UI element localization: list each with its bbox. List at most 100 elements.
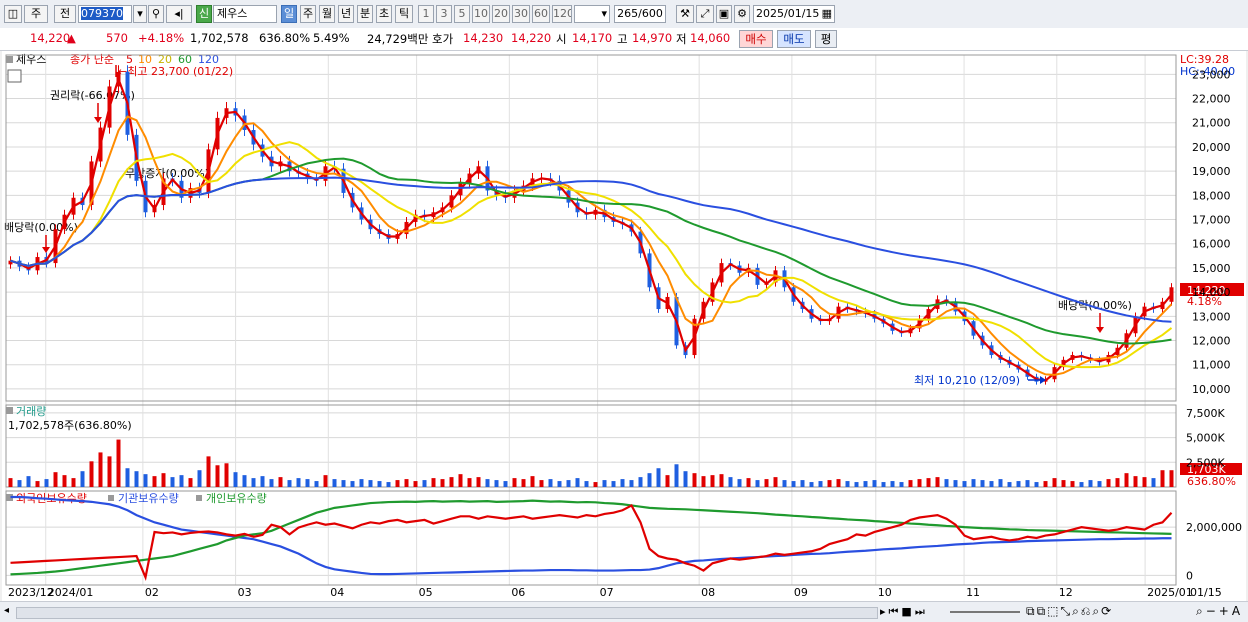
ask-price: 14,220: [511, 31, 552, 45]
legend-institution: 기관보유수량: [118, 492, 179, 505]
chart-svg[interactable]: 제우스 종가 단순 5 10 20 60 120 LC:39.28 HC:-40…: [2, 51, 1246, 603]
x-axis-label: 08: [701, 586, 715, 599]
volume-handle-icon[interactable]: [6, 407, 13, 414]
code-input[interactable]: 079370: [78, 5, 132, 23]
x-axis-label: 04: [330, 586, 344, 599]
volume-panel-frame: [5, 404, 1177, 488]
minute-custom-select[interactable]: ▾: [574, 5, 610, 23]
volume-bar: [170, 477, 175, 487]
low-label: 저: [676, 32, 687, 46]
minute-opt-3[interactable]: 3: [436, 5, 452, 23]
tool-icons[interactable]: ⧉⧉⬚⤡⌕⎌⌕⟳: [1026, 604, 1113, 619]
minute-opt-20[interactable]: 20: [492, 5, 510, 23]
window-menu-icon[interactable]: ◫: [4, 5, 22, 23]
stock-name-field[interactable]: 제우스: [213, 5, 277, 23]
period-tick[interactable]: 틱: [395, 5, 413, 23]
scroll-left-icon[interactable]: ◂: [4, 605, 14, 618]
x-axis-label: 2025/01: [1147, 586, 1193, 599]
volume-bar: [926, 478, 931, 487]
type-select[interactable]: 주: [24, 5, 48, 23]
annotation-dividend-2: 배당락(0.00%): [1058, 299, 1132, 312]
period-week[interactable]: 주: [300, 5, 316, 23]
period-year[interactable]: 년: [338, 5, 354, 23]
volume-bar: [287, 480, 292, 487]
zoom-controls-icon[interactable]: ⌕−+A: [1196, 604, 1243, 619]
volume-bar: [584, 481, 589, 487]
scrollbar-track[interactable]: [16, 607, 878, 619]
minute-opt-5[interactable]: 5: [454, 5, 470, 23]
playback-controls-icon[interactable]: ▸⏮■⏭: [880, 605, 928, 619]
volume-bar: [413, 481, 418, 487]
period-month[interactable]: 월: [319, 5, 335, 23]
bid-price: 14,230: [463, 31, 504, 45]
volume-bar: [674, 464, 679, 487]
volume-bar: [467, 478, 472, 487]
volume-bar: [593, 482, 598, 487]
volume-bar: [647, 473, 652, 487]
volume-bar: [422, 480, 427, 487]
x-axis-label: 05: [419, 586, 433, 599]
period-day[interactable]: 일: [281, 5, 297, 23]
volume-readout: 1,702,578주(636.80%): [8, 419, 132, 432]
minute-opt-1[interactable]: 1: [418, 5, 434, 23]
minute-opt-60[interactable]: 60: [532, 5, 550, 23]
annotation-low: 최저 10,210 (12/09): [914, 374, 1020, 387]
volume-bar: [899, 482, 904, 487]
market-select[interactable]: 전: [54, 5, 76, 23]
volume-bar: [998, 479, 1003, 487]
volume-bar: [737, 479, 742, 487]
volume-bar: [458, 474, 463, 487]
volume-bar: [107, 456, 112, 487]
sound-icon[interactable]: ◂|: [166, 5, 192, 23]
volume-bar: [485, 479, 490, 487]
x-axis-label: 02: [145, 586, 159, 599]
volume-bar: [980, 480, 985, 487]
volume-bar: [872, 480, 877, 487]
minute-opt-120[interactable]: 120: [552, 5, 572, 23]
bottom-bar: ◂ ▸⏮■⏭ ⧉⧉⬚⤡⌕⎌⌕⟳ ⌕−+A: [0, 601, 1248, 622]
buy-button[interactable]: 매수: [739, 30, 773, 48]
price-tick-label: 20,000: [1192, 141, 1231, 154]
volume-bar: [26, 476, 31, 487]
code-dropdown-icon[interactable]: ▾: [133, 5, 147, 23]
period-minute[interactable]: 분: [357, 5, 373, 23]
low-price: 14,060: [690, 31, 731, 45]
x-axis-label: 2024/01: [48, 586, 94, 599]
price-panel-frame: [5, 54, 1177, 402]
date-input[interactable]: 2025/01/15 ▦: [753, 5, 835, 23]
volume-bar: [143, 474, 148, 487]
annotation-high: ←최고 23,700 (01/22): [118, 65, 233, 78]
current-price: 14,220: [30, 31, 71, 45]
volume-ratio: 636.80%: [259, 31, 311, 45]
search-icon[interactable]: ⚲: [148, 5, 164, 23]
legend-individual: 개인보유수량: [206, 492, 267, 505]
minute-opt-30[interactable]: 30: [512, 5, 530, 23]
indicator-icon[interactable]: ⚒: [676, 5, 694, 23]
gear-icon[interactable]: ⚙: [734, 5, 750, 23]
volume-bar: [1016, 481, 1021, 487]
save-icon[interactable]: ▣: [716, 5, 732, 23]
legend-bullet-icon: [196, 495, 202, 501]
volume-bar: [1160, 470, 1165, 487]
period-second[interactable]: 초: [376, 5, 392, 23]
volume-bar: [395, 480, 400, 487]
legend-handle-icon[interactable]: [6, 56, 13, 63]
sell-button[interactable]: 매도: [777, 30, 811, 48]
volume-bar: [386, 482, 391, 487]
x-axis-label: 10: [878, 586, 892, 599]
volume-marker-pct: 636.80%: [1187, 475, 1236, 488]
minute-opt-10[interactable]: 10: [472, 5, 490, 23]
chevron-down-icon: ▾: [601, 7, 607, 20]
compare-icon[interactable]: ⤢: [696, 5, 714, 23]
volume-bar: [800, 480, 805, 487]
zoom-slider[interactable]: [950, 611, 1020, 613]
calendar-icon[interactable]: ▦: [822, 6, 832, 22]
volume-bar: [8, 478, 13, 487]
grid-toggle-icon[interactable]: [7, 69, 22, 83]
x-axis-label: 07: [600, 586, 614, 599]
eval-button[interactable]: 평: [815, 30, 837, 48]
volume-bar: [863, 481, 868, 487]
count-input[interactable]: 265/600: [614, 5, 666, 23]
volume-bar: [530, 476, 535, 487]
volume-bar: [521, 479, 526, 487]
